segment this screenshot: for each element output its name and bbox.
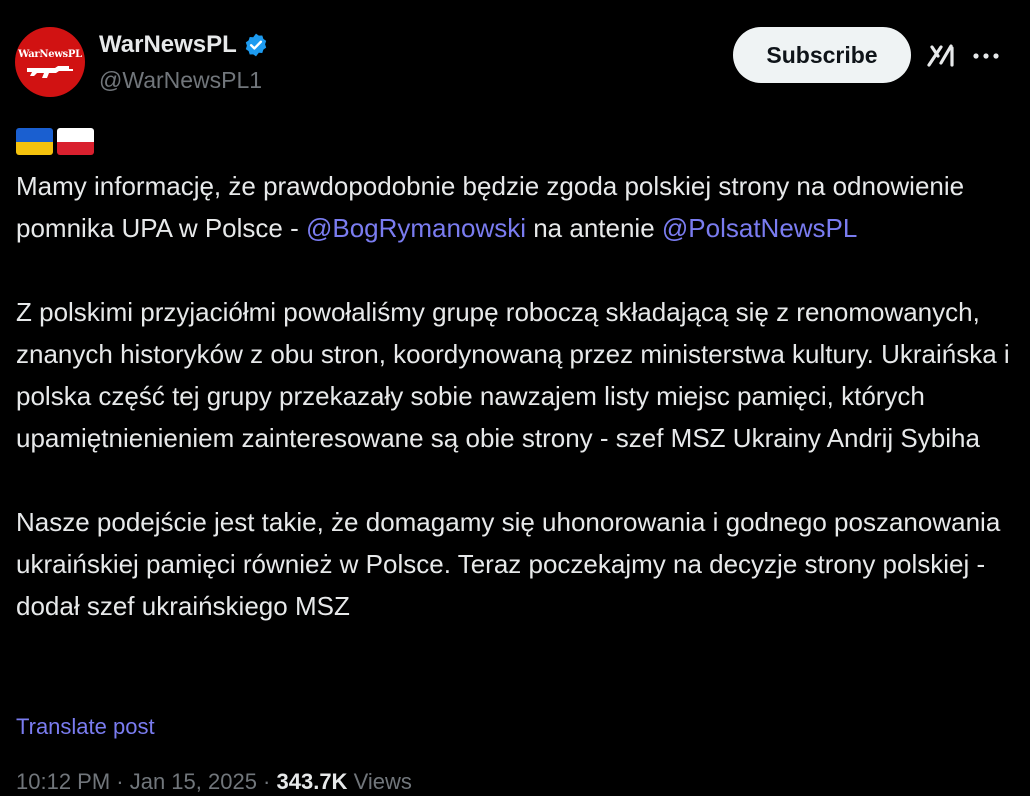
verified-badge-icon[interactable] (243, 32, 269, 58)
post-text-segment: na antenie (526, 213, 662, 243)
more-options-icon[interactable] (970, 42, 1002, 70)
rifle-icon (27, 66, 73, 78)
display-name[interactable]: WarNewsPL (99, 30, 237, 60)
post-paragraph-1: Mamy informację, że prawdopodobnie będzi… (16, 165, 1016, 249)
grok-icon[interactable] (924, 38, 958, 72)
post-text: Mamy informację, że prawdopodobnie będzi… (16, 165, 1016, 627)
post-meta: 10:12 PM · Jan 15, 2025 · 343.7K Views (16, 768, 412, 796)
avatar-logo-text: WarNewsPL (18, 49, 82, 60)
post-header: WarNewsPL WarNewsPL @WarNewsPL1 Subscrib… (0, 0, 1030, 110)
name-row: WarNewsPL (99, 30, 269, 60)
post-timestamp[interactable]: 10:12 PM · Jan 15, 2025 · (16, 769, 277, 794)
post-paragraph-2: Z polskimi przyjaciółmi powołaliśmy grup… (16, 297, 1010, 453)
translate-post-link[interactable]: Translate post (16, 713, 155, 741)
avatar[interactable]: WarNewsPL (15, 27, 85, 97)
post-paragraph-3: Nasze podejście jest takie, że domagamy … (16, 507, 1001, 621)
views-label: Views (347, 769, 412, 794)
mention-link[interactable]: @BogRymanowski (306, 213, 526, 243)
view-count: 343.7K (276, 769, 348, 794)
user-handle[interactable]: @WarNewsPL1 (99, 66, 262, 94)
mention-link[interactable]: @PolsatNewsPL (662, 213, 857, 243)
subscribe-button[interactable]: Subscribe (733, 27, 911, 83)
flag-emojis (16, 128, 94, 155)
ukraine-flag-icon (16, 128, 53, 155)
poland-flag-icon (57, 128, 94, 155)
